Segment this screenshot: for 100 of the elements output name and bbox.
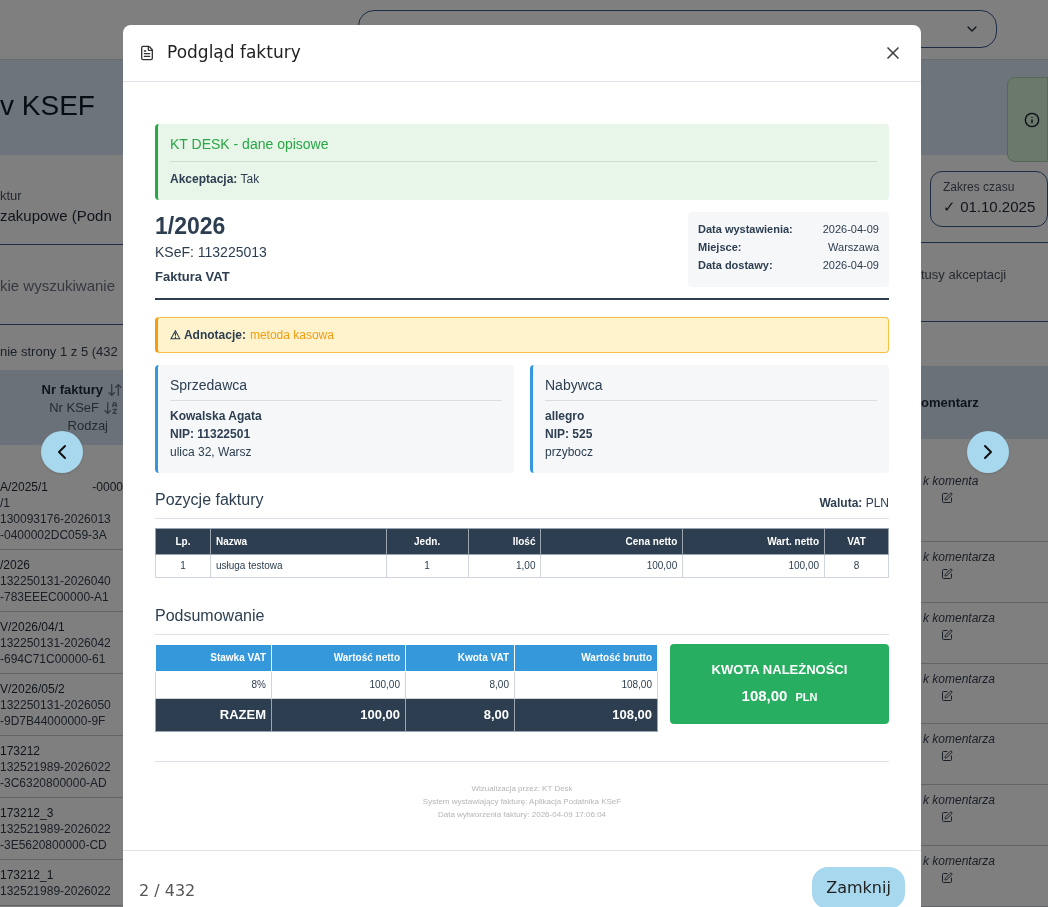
summary-cell: 8,00 <box>405 671 515 698</box>
party-name: allegro <box>545 407 586 425</box>
filter-value[interactable]: zakupowe (Podn <box>0 205 123 228</box>
summary-total-cell: 100,00 <box>271 698 406 731</box>
invoice-id-text: -783EEEC00000-A1 <box>0 589 110 605</box>
close-dialog-button[interactable]: Zamknij <box>812 867 905 907</box>
pagination-text: nie strony 1 z 5 (432 <box>0 342 118 361</box>
invoice-number: 1/2026 <box>155 212 227 240</box>
summary-header-cell: Wartość netto <box>271 644 406 671</box>
page-title: v KSEF <box>0 89 95 123</box>
table-cell: 1,00 <box>468 554 541 577</box>
party-title: Sprzedawca <box>170 375 502 401</box>
search-field[interactable]: kie wyszukiwanie <box>0 275 116 298</box>
comment-placeholder: k komenta <box>923 473 979 490</box>
table-header-cell: VAT <box>824 528 889 554</box>
invoice-id-text: 130093176-2026013 <box>0 511 112 527</box>
party-title: Nabywca <box>545 375 877 401</box>
detail-value: Warszawa <box>828 240 879 255</box>
column-header: omentarz <box>921 393 979 412</box>
summary-cell: 100,00 <box>271 671 406 698</box>
status-filter[interactable]: tusy akceptacji <box>921 265 1007 285</box>
document-icon <box>139 45 155 61</box>
invoice-number: V/2026/05/2 <box>0 681 65 697</box>
invoice-id-text: -3C6320800000-AD <box>0 775 108 791</box>
comment-placeholder: k komentarza <box>923 792 996 809</box>
comment-placeholder: k komentarza <box>923 670 996 687</box>
annotation-label: ⚠ Adnotacje: <box>170 326 246 344</box>
sort-icon[interactable] <box>107 381 123 398</box>
table-cell: 1 <box>386 554 469 577</box>
table-cell: usługa testowa <box>210 554 387 577</box>
comment-placeholder: k komentarza <box>923 548 996 565</box>
section-title: Podsumowanie <box>155 606 265 624</box>
description-title: KT DESK - dane opisowe <box>170 134 877 162</box>
party-address: ulica 32, Warsz <box>170 443 253 461</box>
invoice-id-text: 132250131-2026050 <box>0 697 112 713</box>
table-cell: 100,00 <box>682 554 825 577</box>
footer-note: Data wytworzenia faktury: 2026-04-09 17:06:04 <box>437 808 607 821</box>
detail-value: 2026-04-09 <box>822 222 879 237</box>
table-header-cell: Jedn. <box>386 528 469 554</box>
invoice-id-text: -9D7B44000000-9F <box>0 713 107 729</box>
table-header-cell: Cena netto <box>540 528 683 554</box>
column-header[interactable]: Nr faktury <box>41 380 103 399</box>
invoice-number: 173212 <box>0 743 41 759</box>
table-cell: 1 <box>155 554 211 577</box>
summary-total-cell: RAZEM <box>155 698 272 731</box>
summary-header-cell: Wartość brutto <box>514 644 658 671</box>
detail-label: Data wystawienia: <box>698 222 793 237</box>
invoice-id-text: -694C71C00000-61 <box>0 651 107 667</box>
party-nip: NIP: 525 <box>545 425 594 443</box>
ksef-number: KSeF: 113225013 <box>155 243 267 262</box>
comment-placeholder: k komentarza <box>923 853 996 870</box>
amount-due-label: KWOTA NALEŻNOŚCI <box>711 660 848 679</box>
detail-value: 2026-04-09 <box>822 258 879 273</box>
table-cell: 100,00 <box>540 554 683 577</box>
column-header[interactable]: Nr KSeF <box>49 398 99 417</box>
table-header-cell: Nazwa <box>210 528 387 554</box>
page-counter: 2 / 432 <box>139 880 196 902</box>
currency-text: Waluta: PLN <box>819 494 889 512</box>
invoice-number: 173212_1 <box>0 867 54 883</box>
invoice-id-text: -0400002DC059-3A <box>0 527 108 543</box>
dialog-title: Podgląd faktury <box>167 41 301 65</box>
acceptance-text: Akceptacja: Tak <box>170 171 261 188</box>
edit-icon[interactable] <box>941 750 953 763</box>
invoice-id-text: 132250131-2026042 <box>0 635 112 651</box>
amount-due-value: 108,00 <box>741 686 788 706</box>
invoice-number: V/2026/04/1 <box>0 619 65 635</box>
footer-note: Wizualizacja przez: KT Desk <box>471 782 573 795</box>
table-header-cell: Wart. netto <box>682 528 825 554</box>
summary-header-cell: Kwota VAT <box>405 644 515 671</box>
comment-placeholder: k komentarza <box>923 609 996 626</box>
table-header-cell: Lp. <box>155 528 211 554</box>
detail-label: Data dostawy: <box>698 258 773 273</box>
summary-header-cell: Stawka VAT <box>155 644 272 671</box>
summary-total-cell: 108,00 <box>514 698 658 731</box>
invoice-id-text: 132521989-2026022 <box>0 821 112 837</box>
edit-icon[interactable] <box>941 872 953 885</box>
section-title: Pozycje faktury <box>155 489 264 510</box>
summary-cell: 108,00 <box>514 671 658 698</box>
invoice-id-text: 132521989-2026022 <box>0 883 112 899</box>
summary-total-cell: 8,00 <box>405 698 515 731</box>
invoice-number: /2026 <box>0 557 31 573</box>
edit-icon[interactable] <box>941 492 953 505</box>
party-address: przybocz <box>545 443 595 461</box>
edit-icon[interactable] <box>941 811 953 824</box>
edit-icon[interactable] <box>941 689 953 702</box>
sort-icon[interactable] <box>103 399 119 416</box>
invoice-number: 173212_3 <box>0 805 54 821</box>
invoice-type: Faktura VAT <box>155 268 231 286</box>
time-range-label: Zakres czasu <box>943 179 1016 197</box>
footer-note: System wystawiający fakturę: Aplikacja Podatnika KSeF <box>422 795 622 808</box>
table-header-cell: Ilość <box>468 528 541 554</box>
invoice-id-text: 132521989-2026022 <box>0 759 112 775</box>
edit-icon[interactable] <box>941 567 953 580</box>
invoice-number: A/2025/1 <box>0 479 49 495</box>
edit-icon[interactable] <box>941 628 953 641</box>
time-range-field[interactable]: Zakres czasu ✓ 01.10.2025 <box>930 170 1048 227</box>
invoice-id-text: -3E5620800000-CD <box>0 837 108 853</box>
invoice-id-text: 132250131-2026040 <box>0 573 112 589</box>
info-icon <box>1024 111 1040 128</box>
detail-label: Miejsce: <box>698 240 742 255</box>
